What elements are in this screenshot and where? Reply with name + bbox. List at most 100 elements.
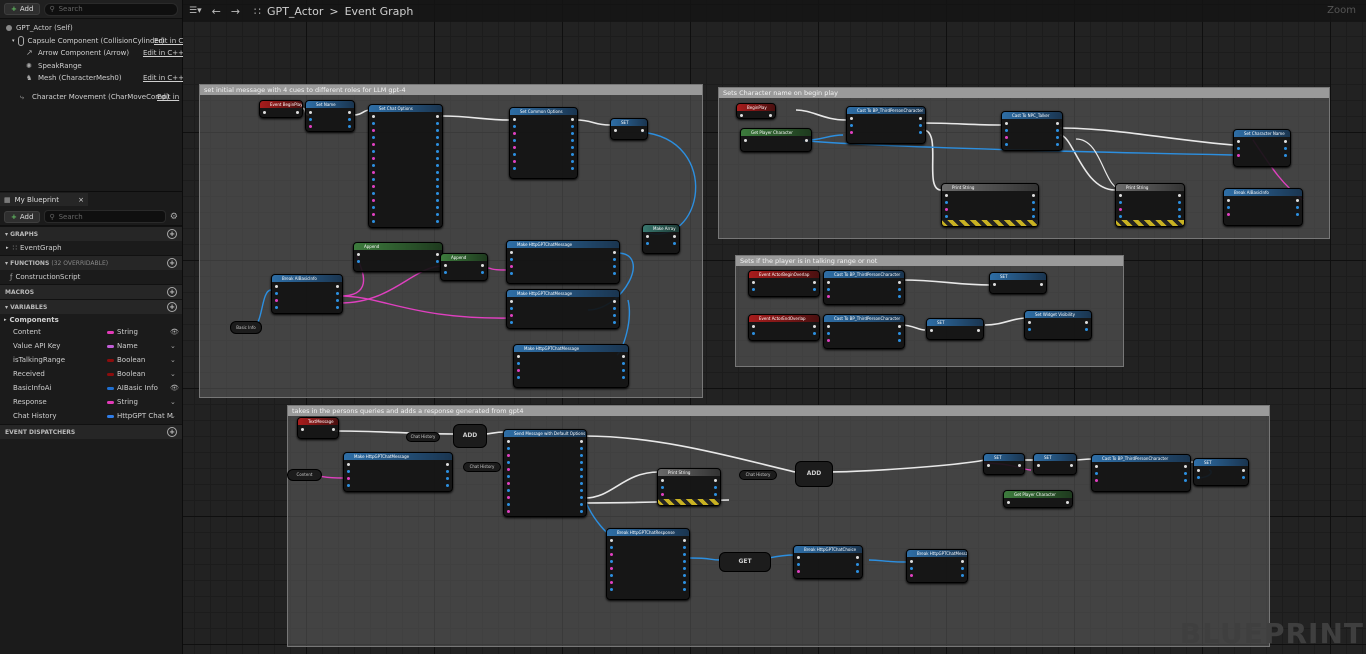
node-break-response[interactable]: Break HttpGPTChatResponse: [606, 528, 690, 600]
node-pin[interactable]: [481, 271, 484, 274]
node-pin[interactable]: [347, 477, 350, 480]
variable-type[interactable]: AIBasic Info: [117, 384, 158, 392]
node-pin[interactable]: [752, 281, 755, 284]
node-pin[interactable]: [372, 136, 375, 139]
node-pin[interactable]: [348, 111, 351, 114]
edit-in-cpp-link[interactable]: Edit in C++: [143, 49, 184, 57]
node-pin[interactable]: [987, 464, 990, 467]
node-pin[interactable]: [1005, 143, 1008, 146]
node-set-chat-options[interactable]: Set Chat Options: [368, 104, 443, 228]
node-pin[interactable]: [507, 468, 510, 471]
edit-in-cpp-link[interactable]: Edit in: [157, 93, 179, 101]
node-pin[interactable]: [571, 125, 574, 128]
node-pin[interactable]: [910, 567, 913, 570]
close-icon[interactable]: ×: [78, 196, 84, 204]
node-pin[interactable]: [580, 461, 583, 464]
node-pin[interactable]: [571, 139, 574, 142]
node-pin[interactable]: [797, 563, 800, 566]
node-chat-history3[interactable]: Chat History: [739, 470, 777, 480]
node-pin[interactable]: [336, 292, 339, 295]
node-pin[interactable]: [513, 132, 516, 135]
node-pin[interactable]: [610, 581, 613, 584]
node-pin[interactable]: [683, 567, 686, 570]
node-pin[interactable]: [1037, 464, 1040, 467]
node-pin[interactable]: [309, 118, 312, 121]
node-pin[interactable]: [813, 281, 816, 284]
node-pin[interactable]: [898, 332, 901, 335]
node-pin[interactable]: [372, 178, 375, 181]
node-pin[interactable]: [507, 454, 510, 457]
add-dispatcher-button[interactable]: +: [167, 427, 177, 437]
node-pin[interactable]: [1005, 136, 1008, 139]
node-pin[interactable]: [1070, 464, 1073, 467]
node-pin[interactable]: [961, 567, 964, 570]
node-pin[interactable]: [1237, 154, 1240, 157]
node-pin[interactable]: [309, 125, 312, 128]
node-pin[interactable]: [683, 553, 686, 556]
macros-section-header[interactable]: MACROS +: [0, 284, 182, 299]
node-set-common-options[interactable]: Set Common Options: [509, 107, 578, 179]
node-pin[interactable]: [296, 111, 299, 114]
node-print-string2[interactable]: Print String: [1115, 183, 1185, 227]
node-set-talk1[interactable]: SET: [989, 272, 1047, 294]
node-chat-history2[interactable]: Chat History: [463, 462, 501, 472]
node-pin[interactable]: [769, 114, 772, 117]
node-break-aibasicinfo[interactable]: Break AIBasicInfo: [271, 274, 343, 314]
node-pin[interactable]: [610, 588, 613, 591]
node-pin[interactable]: [513, 125, 516, 128]
node-pin[interactable]: [1032, 215, 1035, 218]
node-overlap-begin[interactable]: Event ActorBeginOverlap: [748, 270, 820, 297]
node-pin[interactable]: [517, 362, 520, 365]
node-pin[interactable]: [1237, 140, 1240, 143]
add-component-button[interactable]: + Add: [4, 3, 41, 15]
node-pin[interactable]: [436, 185, 439, 188]
node-pin[interactable]: [673, 235, 676, 238]
variable-row[interactable]: BasicInfoAi AIBasic Info 👁: [0, 381, 182, 395]
node-pin[interactable]: [571, 167, 574, 170]
node-set-talk2[interactable]: SET: [926, 318, 984, 340]
node-pin[interactable]: [945, 194, 948, 197]
node-get-player-char2[interactable]: Get Player Character: [1003, 490, 1073, 508]
node-pin[interactable]: [507, 510, 510, 513]
menu-icon[interactable]: ☰▾: [189, 6, 202, 16]
node-pin[interactable]: [348, 125, 351, 128]
node-pin[interactable]: [1284, 154, 1287, 157]
node-pin[interactable]: [910, 574, 913, 577]
node-pin[interactable]: [752, 288, 755, 291]
variables-section-header[interactable]: ▾ VARIABLES +: [0, 299, 182, 314]
node-pin[interactable]: [510, 314, 513, 317]
node-pin[interactable]: [444, 271, 447, 274]
node-pin[interactable]: [683, 560, 686, 563]
node-pin[interactable]: [610, 574, 613, 577]
node-pin[interactable]: [1284, 140, 1287, 143]
node-pin[interactable]: [517, 376, 520, 379]
node-pin[interactable]: [372, 150, 375, 153]
tab-my-blueprint[interactable]: ▦ My Blueprint ×: [0, 193, 88, 208]
node-pin[interactable]: [372, 192, 375, 195]
variable-row[interactable]: Received Boolean ⌄: [0, 367, 182, 381]
node-pin[interactable]: [348, 118, 351, 121]
node-pin[interactable]: [510, 258, 513, 261]
node-pin[interactable]: [481, 264, 484, 267]
node-pin[interactable]: [580, 447, 583, 450]
node-pin[interactable]: [1178, 208, 1181, 211]
node-pin[interactable]: [614, 129, 617, 132]
node-event-begin-play[interactable]: Event BeginPlay: [259, 100, 303, 118]
node-pin[interactable]: [622, 355, 625, 358]
node-pin[interactable]: [1032, 201, 1035, 204]
node-pin[interactable]: [919, 131, 922, 134]
node-pin[interactable]: [613, 321, 616, 324]
node-pin[interactable]: [1028, 321, 1031, 324]
node-pin[interactable]: [436, 178, 439, 181]
node-pin[interactable]: [513, 167, 516, 170]
node-pin[interactable]: [1056, 136, 1059, 139]
node-pin[interactable]: [1005, 129, 1008, 132]
node-make-msg1[interactable]: Make HttpGPTChatMessage: [506, 240, 620, 284]
node-pin[interactable]: [510, 300, 513, 303]
node-set-recv[interactable]: SET: [1033, 453, 1077, 475]
node-pin[interactable]: [372, 129, 375, 132]
node-cast-npc[interactable]: Cast To NPC_Talker: [1001, 111, 1063, 151]
node-pin[interactable]: [827, 295, 830, 298]
node-pin[interactable]: [898, 281, 901, 284]
function-item-construction[interactable]: ƒ ConstructionScript: [0, 270, 182, 284]
